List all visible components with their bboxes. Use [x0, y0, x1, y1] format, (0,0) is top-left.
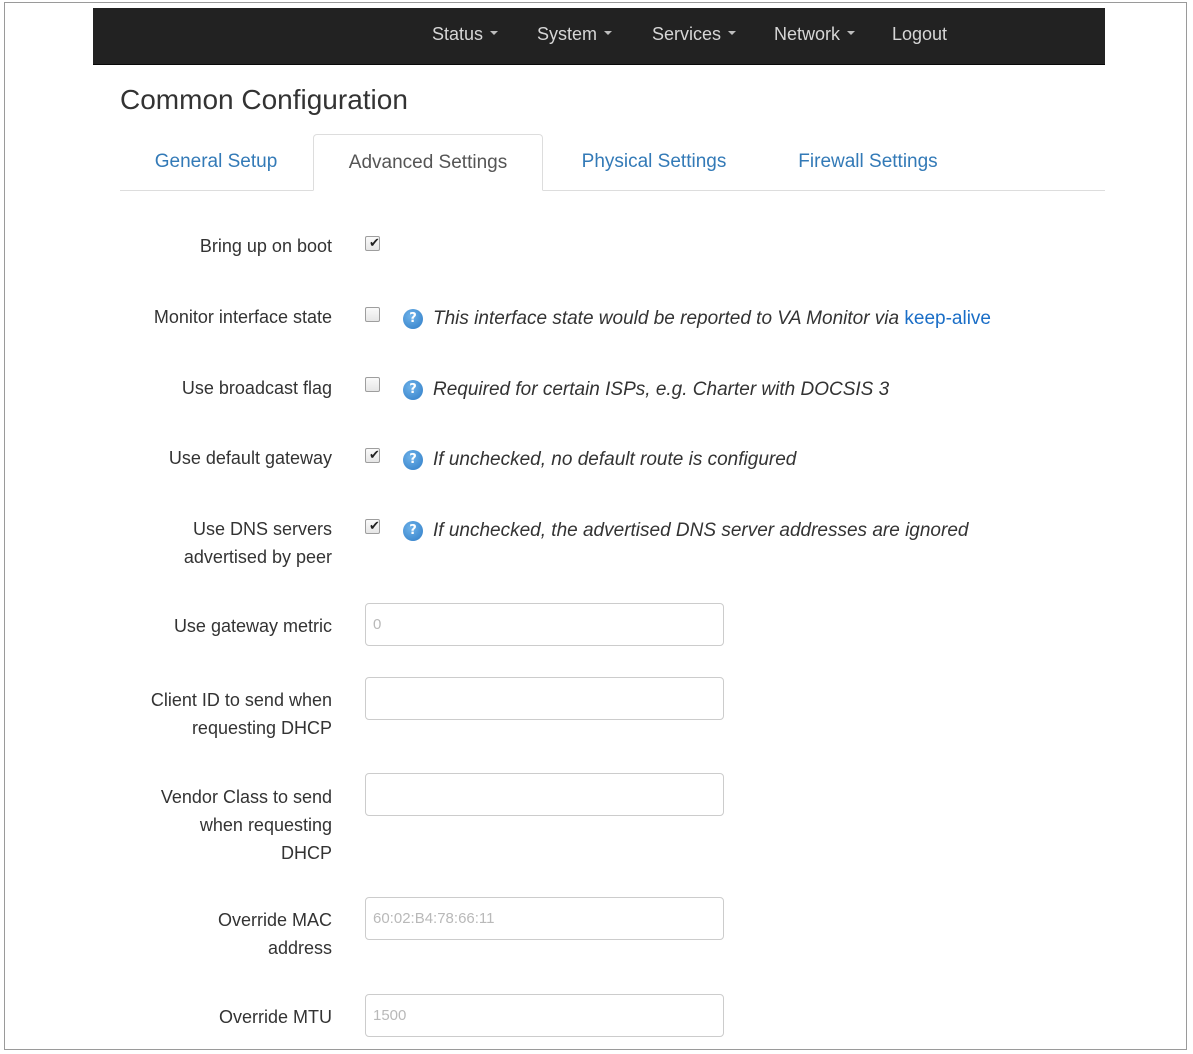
chevron-down-icon: [490, 31, 499, 36]
monitor-interface-state-help: This interface state would be reported t…: [433, 307, 991, 331]
top-navbar: Status System Services Network Logout: [93, 8, 1105, 65]
checkmark-icon: ✔: [369, 236, 380, 251]
tab-firewall-settings[interactable]: Firewall Settings: [775, 134, 961, 190]
nav-status-label: Status: [432, 24, 484, 44]
override-mac-input[interactable]: [365, 897, 724, 940]
nav-logout-label: Logout: [892, 24, 948, 44]
keep-alive-link[interactable]: keep-alive: [904, 308, 991, 329]
nav-services-label: Services: [652, 24, 722, 44]
vendor-class-label: Vendor Class to send when requesting DHC…: [161, 783, 332, 867]
client-id-label-line2: requesting DHCP: [191, 718, 332, 738]
question-mark-circle-icon: ?: [403, 380, 423, 400]
bring-up-on-boot-label: Bring up on boot: [199, 236, 332, 256]
client-id-label-line1: Client ID to send when: [150, 690, 332, 710]
question-mark-circle-icon: ?: [403, 450, 423, 470]
override-mac-label: Override MAC address: [218, 906, 332, 962]
use-dns-servers-help: If unchecked, the advertised DNS server …: [433, 520, 969, 541]
client-id-label: Client ID to send when requesting DHCP: [151, 686, 332, 742]
use-broadcast-flag-help: Required for certain ISPs, e.g. Charter …: [433, 379, 890, 400]
gateway-metric-label: Use gateway metric: [173, 616, 332, 636]
vendor-class-label-line1: Vendor Class to send: [160, 787, 332, 807]
use-dns-servers-checkbox[interactable]: ✔: [365, 519, 380, 534]
question-mark-circle-icon: ?: [403, 309, 423, 329]
vendor-class-label-line2: when requesting: [199, 815, 332, 835]
bring-up-on-boot-checkbox[interactable]: ✔: [365, 236, 380, 251]
use-default-gateway-label: Use default gateway: [168, 448, 332, 468]
monitor-interface-state-checkbox[interactable]: [365, 307, 380, 322]
use-dns-servers-label-line1: Use DNS servers: [192, 519, 332, 539]
nav-system-label: System: [537, 24, 598, 44]
nav-network-label: Network: [774, 24, 841, 44]
client-id-input[interactable]: [365, 677, 724, 720]
tab-advanced-settings[interactable]: Advanced Settings: [313, 134, 543, 191]
nav-services-menu[interactable]: Services: [652, 8, 737, 64]
vendor-class-label-line3: DHCP: [280, 843, 332, 863]
use-dns-servers-label: Use DNS servers advertised by peer: [184, 515, 332, 571]
gateway-metric-input[interactable]: [365, 603, 724, 646]
use-broadcast-flag-label: Use broadcast flag: [181, 378, 332, 398]
use-dns-servers-label-line2: advertised by peer: [183, 547, 332, 567]
settings-tabs: General Setup Advanced Settings Physical…: [120, 134, 1105, 191]
override-mtu-label: Override MTU: [218, 1007, 332, 1027]
nav-status-menu[interactable]: Status: [432, 8, 499, 64]
chevron-down-icon: [847, 31, 856, 36]
chevron-down-icon: [728, 31, 737, 36]
monitor-help-text: This interface state would be reported t…: [433, 308, 900, 329]
monitor-interface-state-label: Monitor interface state: [153, 307, 332, 327]
use-default-gateway-help: If unchecked, no default route is config…: [433, 449, 797, 470]
vendor-class-input[interactable]: [365, 773, 724, 816]
nav-system-menu[interactable]: System: [537, 8, 613, 64]
override-mac-label-line2: address: [267, 938, 332, 958]
page-title: Common Configuration: [120, 84, 408, 115]
override-mac-label-line1: Override MAC: [217, 910, 332, 930]
nav-network-menu[interactable]: Network: [774, 8, 856, 64]
override-mtu-input[interactable]: [365, 994, 724, 1037]
use-broadcast-flag-checkbox[interactable]: [365, 377, 380, 392]
checkmark-icon: ✔: [369, 448, 380, 463]
tab-physical-settings[interactable]: Physical Settings: [560, 134, 748, 190]
use-default-gateway-checkbox[interactable]: ✔: [365, 448, 380, 463]
tab-general-setup[interactable]: General Setup: [132, 134, 300, 190]
nav-logout-link[interactable]: Logout: [892, 8, 947, 64]
chevron-down-icon: [604, 31, 613, 36]
question-mark-circle-icon: ?: [403, 521, 423, 541]
checkmark-icon: ✔: [369, 519, 380, 534]
